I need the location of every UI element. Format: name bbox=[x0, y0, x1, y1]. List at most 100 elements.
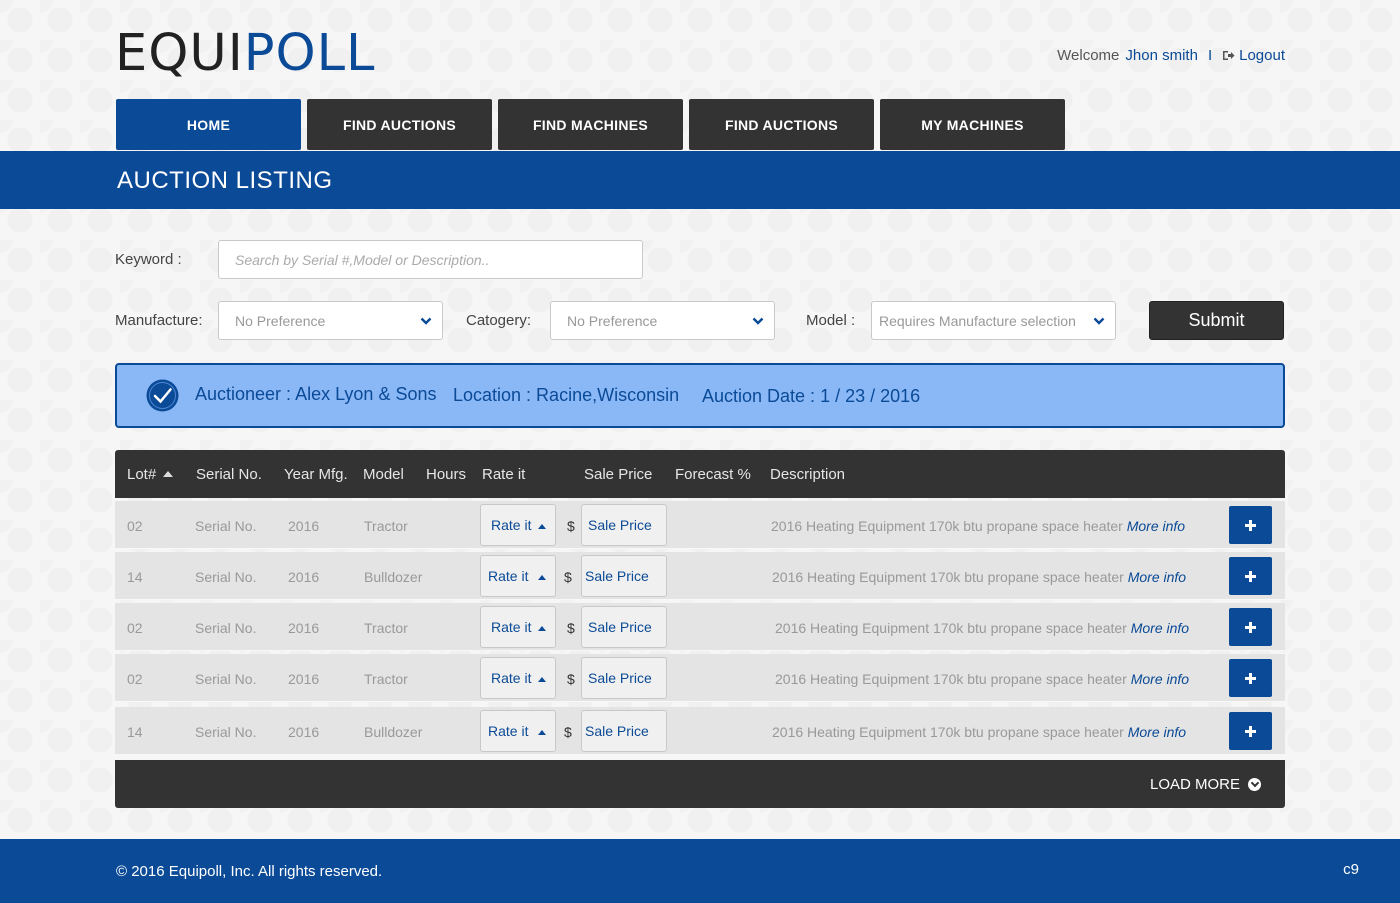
table-row: 02 Serial No. 2016 Tractor Rate it $ Sal… bbox=[115, 501, 1285, 549]
category-select[interactable]: No Preference bbox=[550, 301, 775, 340]
more-info-link[interactable]: More info bbox=[1128, 724, 1186, 740]
dollar-sign: $ bbox=[567, 620, 575, 636]
header-lot[interactable]: Lot# bbox=[127, 466, 174, 483]
sale-price-input[interactable]: Sale Price bbox=[581, 710, 667, 752]
nav-home[interactable]: HOME bbox=[116, 99, 301, 150]
cell-description: 2016 Heating Equipment 170k btu propane … bbox=[775, 671, 1189, 687]
header-description: Description bbox=[770, 466, 846, 483]
add-button[interactable] bbox=[1229, 506, 1272, 544]
nav-my-machines[interactable]: MY MACHINES bbox=[880, 99, 1065, 150]
user-name[interactable]: Jhon smith bbox=[1125, 47, 1198, 64]
main-nav: HOME FIND AUCTIONS FIND MACHINES FIND AU… bbox=[116, 99, 1065, 150]
submit-button[interactable]: Submit bbox=[1149, 301, 1284, 340]
add-button[interactable] bbox=[1229, 557, 1272, 595]
category-value: No Preference bbox=[567, 312, 658, 329]
rate-it-select[interactable]: Rate it bbox=[480, 504, 556, 546]
cell-lot: 02 bbox=[127, 518, 143, 534]
description-text: 2016 Heating Equipment 170k btu propane … bbox=[771, 518, 1123, 534]
chevron-down-icon bbox=[752, 317, 764, 325]
cell-year: 2016 bbox=[288, 724, 320, 740]
header-lot-label: Lot# bbox=[127, 466, 157, 483]
footer-tag: c9 bbox=[1343, 861, 1359, 878]
cell-serial: Serial No. bbox=[195, 569, 257, 585]
rate-it-select[interactable]: Rate it bbox=[480, 657, 556, 699]
logo-text-poll: POLL bbox=[243, 24, 376, 83]
model-label: Model : bbox=[806, 312, 856, 329]
category-label: Catogery: bbox=[466, 312, 532, 329]
check-circle-icon bbox=[146, 379, 179, 412]
rate-label: Rate it bbox=[491, 670, 532, 686]
cell-description: 2016 Heating Equipment 170k btu propane … bbox=[772, 724, 1186, 740]
cell-year: 2016 bbox=[288, 518, 320, 534]
footer: © 2016 Equipoll, Inc. All rights reserve… bbox=[0, 839, 1400, 903]
table-header: Lot# Serial No. Year Mfg. Model Hours Ra… bbox=[115, 450, 1285, 498]
cell-description: 2016 Heating Equipment 170k btu propane … bbox=[772, 569, 1186, 585]
add-button[interactable] bbox=[1229, 712, 1272, 750]
copyright-text: © 2016 Equipoll, Inc. All rights reserve… bbox=[116, 863, 383, 880]
chevron-down-icon bbox=[1093, 317, 1105, 325]
more-info-link[interactable]: More info bbox=[1128, 569, 1186, 585]
auction-date-text: Auction Date : 1 / 23 / 2016 bbox=[702, 386, 921, 406]
auction-info-banner: Auctioneer : Alex Lyon & Sons Location :… bbox=[115, 363, 1285, 428]
sale-price-input[interactable]: Sale Price bbox=[581, 606, 667, 648]
cell-model: Bulldozer bbox=[364, 724, 423, 740]
logout-link[interactable]: Logout bbox=[1222, 47, 1285, 64]
table-row: 02 Serial No. 2016 Tractor Rate it $ Sal… bbox=[115, 654, 1285, 702]
nav-find-auctions-2[interactable]: FIND AUCTIONS bbox=[689, 99, 874, 150]
description-text: 2016 Heating Equipment 170k btu propane … bbox=[775, 620, 1127, 636]
more-info-link[interactable]: More info bbox=[1131, 671, 1189, 687]
dollar-sign: $ bbox=[567, 518, 575, 534]
header-model: Model bbox=[363, 466, 404, 483]
cell-year: 2016 bbox=[288, 671, 320, 687]
sort-up-icon bbox=[163, 471, 174, 477]
table-row: 02 Serial No. 2016 Tractor Rate it $ Sal… bbox=[115, 603, 1285, 651]
logout-label: Logout bbox=[1239, 47, 1285, 64]
cell-description: 2016 Heating Equipment 170k btu propane … bbox=[775, 620, 1189, 636]
cell-serial: Serial No. bbox=[195, 620, 257, 636]
keyword-search-input[interactable] bbox=[218, 240, 643, 279]
logo-text-equi: EQUI bbox=[115, 24, 244, 83]
cell-serial: Serial No. bbox=[195, 724, 257, 740]
cell-year: 2016 bbox=[288, 620, 320, 636]
header-year: Year Mfg. bbox=[284, 466, 348, 483]
rate-it-select[interactable]: Rate it bbox=[480, 710, 556, 752]
cell-model: Tractor bbox=[364, 518, 408, 534]
more-info-link[interactable]: More info bbox=[1131, 620, 1189, 636]
manufacture-select[interactable]: No Preference bbox=[218, 301, 443, 340]
user-area: Welcome Jhon smith I Logout bbox=[1057, 47, 1285, 64]
nav-find-machines[interactable]: FIND MACHINES bbox=[498, 99, 683, 150]
nav-find-auctions[interactable]: FIND AUCTIONS bbox=[307, 99, 492, 150]
separator: I bbox=[1207, 47, 1213, 64]
logo[interactable]: EQUI POLL bbox=[115, 28, 375, 80]
header-serial: Serial No. bbox=[196, 466, 262, 483]
caret-up-icon bbox=[538, 524, 546, 529]
cell-model: Tractor bbox=[364, 620, 408, 636]
sale-price-input[interactable]: Sale Price bbox=[581, 504, 667, 546]
cell-lot: 14 bbox=[127, 724, 143, 740]
load-more-label: LOAD MORE bbox=[1149, 775, 1240, 793]
rate-it-select[interactable]: Rate it bbox=[480, 606, 556, 648]
more-info-link[interactable]: More info bbox=[1127, 518, 1185, 534]
cell-serial: Serial No. bbox=[195, 671, 257, 687]
model-select[interactable]: Requires Manufacture selection bbox=[871, 301, 1116, 340]
caret-up-icon bbox=[538, 626, 546, 631]
load-more-button[interactable]: LOAD MORE bbox=[115, 760, 1285, 808]
dollar-sign: $ bbox=[564, 724, 572, 740]
chevron-circle-down-icon bbox=[1248, 777, 1261, 791]
cell-model: Bulldozer bbox=[364, 569, 423, 585]
sale-price-input[interactable]: Sale Price bbox=[581, 657, 667, 699]
dollar-sign: $ bbox=[564, 569, 572, 585]
manufacture-value: No Preference bbox=[235, 312, 326, 329]
rate-it-select[interactable]: Rate it bbox=[480, 555, 556, 597]
table-row: 14 Serial No. 2016 Bulldozer Rate it $ S… bbox=[115, 707, 1285, 755]
dollar-sign: $ bbox=[567, 671, 575, 687]
add-button[interactable] bbox=[1229, 608, 1272, 646]
header-sale-price: Sale Price bbox=[584, 466, 653, 483]
plus-icon bbox=[1245, 621, 1256, 633]
model-value: Requires Manufacture selection bbox=[879, 312, 1076, 329]
title-band: AUCTION LISTING bbox=[0, 151, 1400, 209]
header-rate: Rate it bbox=[482, 466, 526, 483]
header-forecast: Forecast % bbox=[675, 466, 751, 483]
sale-price-input[interactable]: Sale Price bbox=[581, 555, 667, 597]
add-button[interactable] bbox=[1229, 659, 1272, 697]
